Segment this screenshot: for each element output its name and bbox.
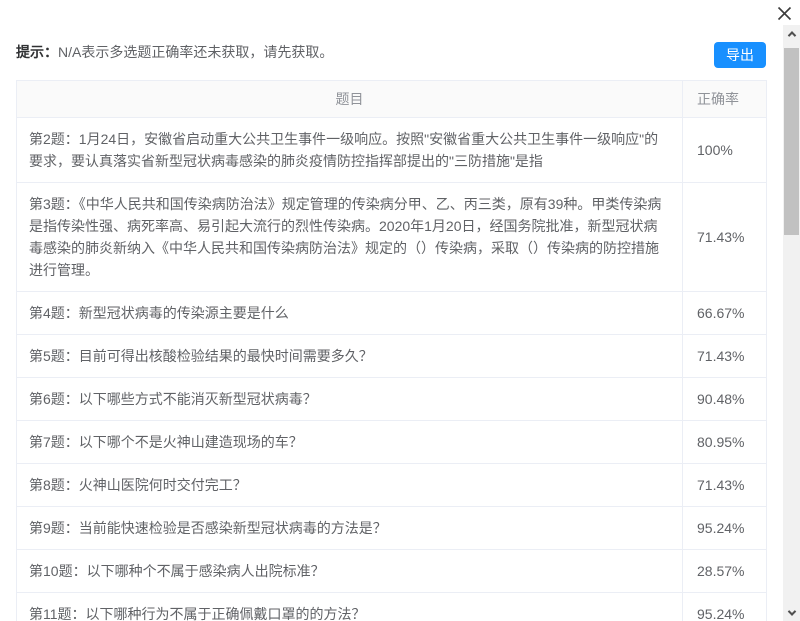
hint-message: N/A表示多选题正确率还未获取，请先获取。 bbox=[58, 44, 333, 60]
question-cell: 第3题：《中华人民共和国传染病防治法》规定管理的传染病分甲、乙、丙三类，原有39… bbox=[17, 183, 682, 291]
table-row: 第10题：以下哪种个不属于感染病人出院标准？ 28.57% bbox=[17, 550, 766, 593]
hint-label: 提示： bbox=[16, 44, 58, 60]
accuracy-cell: 71.43% bbox=[682, 183, 766, 291]
accuracy-cell: 80.95% bbox=[682, 421, 766, 463]
table-header-row: 题目 正确率 bbox=[17, 81, 766, 118]
accuracy-cell: 28.57% bbox=[682, 550, 766, 592]
question-cell: 第11题：以下哪种行为不属于正确佩戴口罩的的方法？ bbox=[17, 593, 682, 621]
table-row: 第11题：以下哪种行为不属于正确佩戴口罩的的方法？ 95.24% bbox=[17, 593, 766, 621]
question-cell: 第5题：目前可得出核酸检验结果的最快时间需要多久？ bbox=[17, 335, 682, 377]
accuracy-cell: 66.67% bbox=[682, 292, 766, 334]
scrollbar-thumb[interactable] bbox=[784, 48, 799, 235]
table-row: 第8题：火神山医院何时交付完工？ 71.43% bbox=[17, 464, 766, 507]
accuracy-cell: 95.24% bbox=[682, 507, 766, 549]
chevron-down-icon bbox=[787, 607, 795, 615]
question-cell: 第7题：以下哪个不是火神山建造现场的车？ bbox=[17, 421, 682, 463]
hint-text: 提示：N/A表示多选题正确率还未获取，请先获取。 bbox=[16, 42, 333, 62]
table-body: 第2题：1月24日，安徽省启动重大公共卫生事件一级响应。按照"安徽省重大公共卫生… bbox=[17, 118, 766, 621]
accuracy-cell: 71.43% bbox=[682, 464, 766, 506]
scroll-down-button[interactable] bbox=[783, 604, 800, 621]
table-row: 第4题：新型冠状病毒的传染源主要是什么 66.67% bbox=[17, 292, 766, 335]
scroll-up-button[interactable] bbox=[783, 25, 800, 42]
question-cell: 第8题：火神山医院何时交付完工？ bbox=[17, 464, 682, 506]
question-cell: 第10题：以下哪种个不属于感染病人出院标准？ bbox=[17, 550, 682, 592]
table-row: 第2题：1月24日，安徽省启动重大公共卫生事件一级响应。按照"安徽省重大公共卫生… bbox=[17, 118, 766, 183]
accuracy-cell: 95.24% bbox=[682, 593, 766, 621]
header-accuracy: 正确率 bbox=[682, 81, 766, 117]
question-cell: 第4题：新型冠状病毒的传染源主要是什么 bbox=[17, 292, 682, 334]
close-button[interactable] bbox=[774, 3, 794, 23]
question-cell: 第6题：以下哪些方式不能消灭新型冠状病毒？ bbox=[17, 378, 682, 420]
question-cell: 第2题：1月24日，安徽省启动重大公共卫生事件一级响应。按照"安徽省重大公共卫生… bbox=[17, 118, 682, 182]
table-row: 第5题：目前可得出核酸检验结果的最快时间需要多久？ 71.43% bbox=[17, 335, 766, 378]
question-cell: 第9题：当前能快速检验是否感染新型冠状病毒的方法是？ bbox=[17, 507, 682, 549]
table-row: 第9题：当前能快速检验是否感染新型冠状病毒的方法是？ 95.24% bbox=[17, 507, 766, 550]
scrollbar[interactable] bbox=[783, 25, 800, 621]
table-row: 第6题：以下哪些方式不能消灭新型冠状病毒？ 90.48% bbox=[17, 378, 766, 421]
accuracy-cell: 90.48% bbox=[682, 378, 766, 420]
accuracy-cell: 100% bbox=[682, 118, 766, 182]
table-row: 第3题：《中华人民共和国传染病防治法》规定管理的传染病分甲、乙、丙三类，原有39… bbox=[17, 183, 766, 292]
export-button[interactable]: 导出 bbox=[714, 42, 766, 68]
close-icon bbox=[776, 5, 793, 22]
table-row: 第7题：以下哪个不是火神山建造现场的车？ 80.95% bbox=[17, 421, 766, 464]
chevron-up-icon bbox=[787, 31, 795, 39]
header-question: 题目 bbox=[17, 81, 682, 117]
accuracy-cell: 71.43% bbox=[682, 335, 766, 377]
questions-table: 题目 正确率 第2题：1月24日，安徽省启动重大公共卫生事件一级响应。按照"安徽… bbox=[16, 80, 767, 621]
